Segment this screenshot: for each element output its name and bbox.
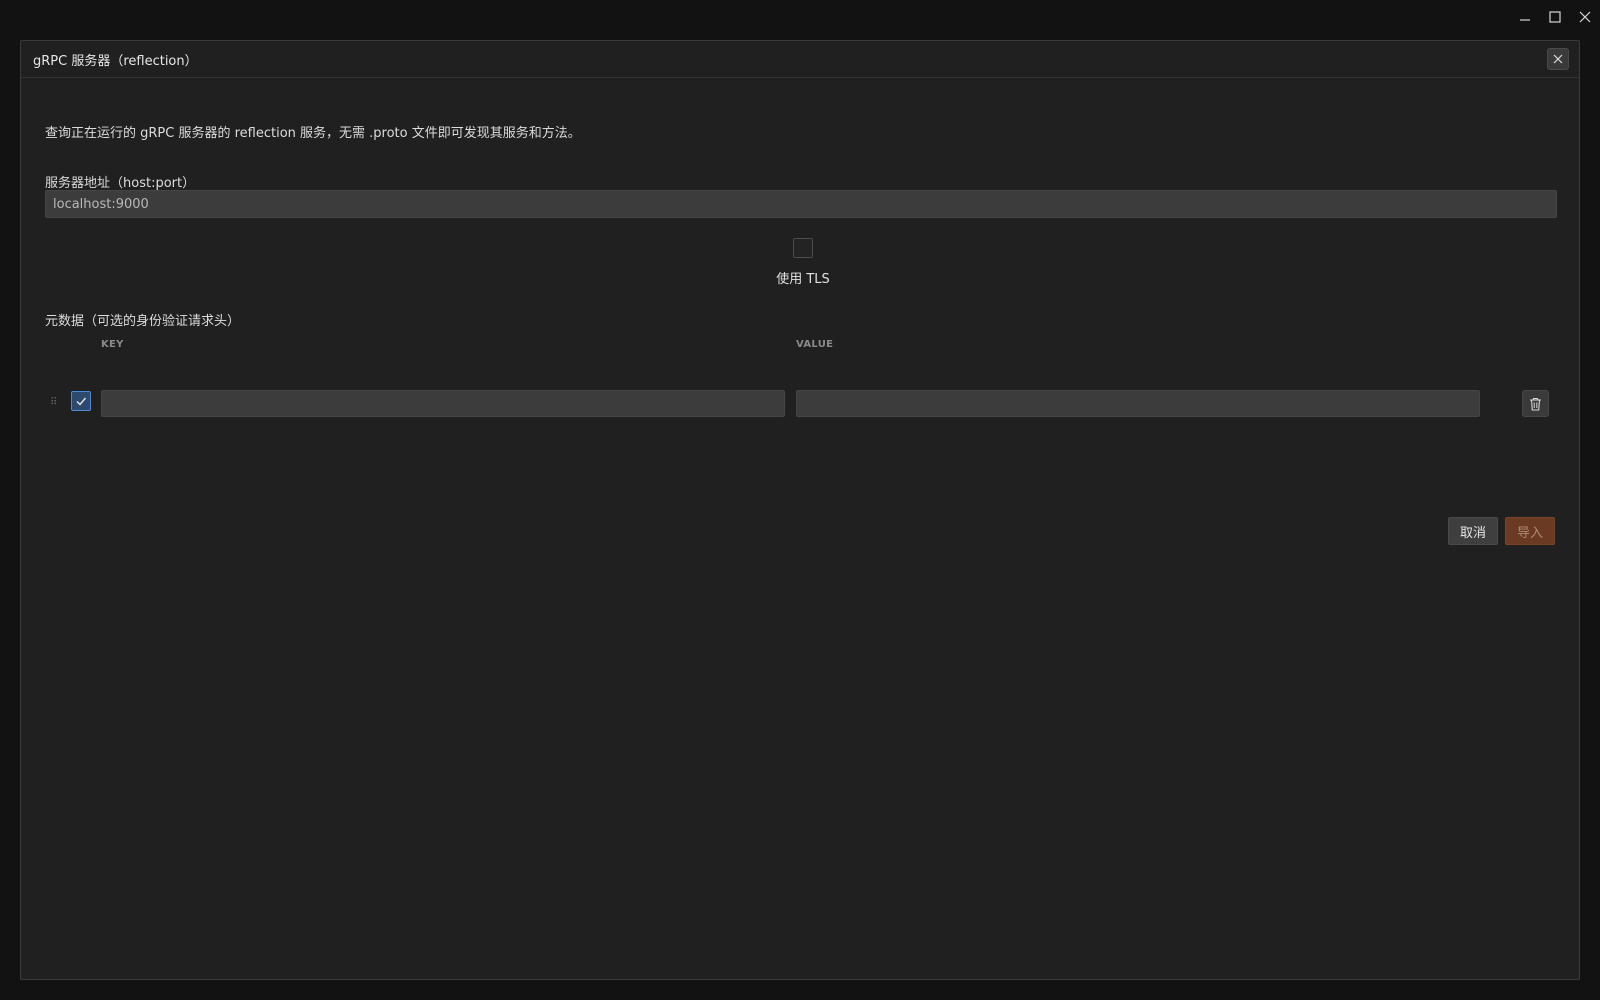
dialog-title: gRPC 服务器（reflection） [33, 53, 198, 69]
metadata-key-input[interactable] [101, 390, 785, 417]
grpc-reflection-dialog: gRPC 服务器（reflection） 查询正在运行的 gRPC 服务器的 r… [20, 40, 1580, 980]
key-column-header: KEY [101, 339, 124, 350]
window-controls [1510, 0, 1600, 34]
address-label: 服务器地址（host:port） [45, 176, 196, 191]
delete-row-button[interactable] [1522, 390, 1549, 417]
drag-handle-icon[interactable]: ⠿ [50, 398, 58, 408]
dialog-description: 查询正在运行的 gRPC 服务器的 reflection 服务，无需 .prot… [45, 126, 581, 141]
metadata-row-checkbox[interactable] [71, 391, 91, 411]
minimize-icon[interactable] [1510, 0, 1540, 34]
dialog-close-button[interactable] [1547, 48, 1569, 70]
tls-checkbox[interactable] [793, 238, 813, 258]
maximize-icon[interactable] [1540, 0, 1570, 34]
tls-label: 使用 TLS [776, 272, 830, 287]
metadata-label: 元数据（可选的身份验证请求头） [45, 314, 241, 329]
trash-icon [1530, 397, 1541, 411]
import-button[interactable]: 导入 [1505, 517, 1555, 545]
checkmark-icon [76, 397, 87, 406]
dialog-header: gRPC 服务器（reflection） [21, 41, 1579, 78]
value-column-header: VALUE [796, 339, 834, 350]
address-input[interactable] [45, 190, 1557, 218]
cancel-button[interactable]: 取消 [1448, 517, 1498, 545]
metadata-value-input[interactable] [796, 390, 1480, 417]
close-icon [1553, 54, 1563, 64]
close-icon[interactable] [1570, 0, 1600, 34]
